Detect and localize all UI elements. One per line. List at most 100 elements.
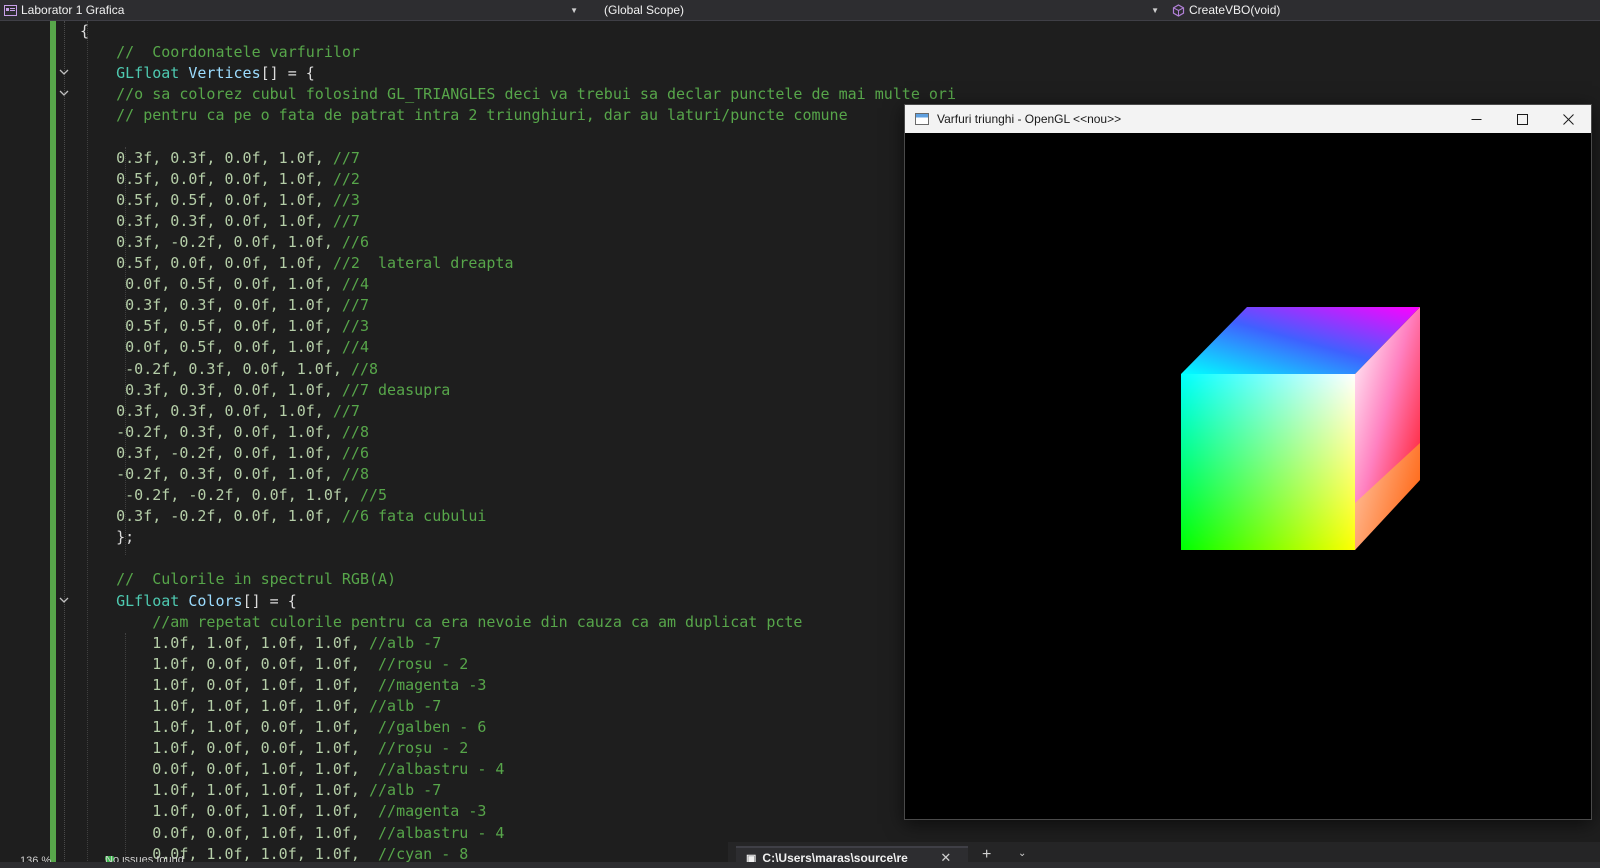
opengl-window[interactable]: Varfuri triunghi - OpenGL <<nou>>: [904, 104, 1592, 820]
code-token: //magenta -3: [378, 675, 487, 694]
code-token: };: [80, 528, 135, 547]
code-token: Vertices: [188, 64, 261, 83]
code-token: //2 lateral dreapta: [332, 254, 514, 273]
code-line[interactable]: 0.0f, 0.0f, 1.0f, 1.0f, //albastru - 4: [80, 759, 956, 780]
code-token: [] = {: [260, 64, 315, 83]
code-text[interactable]: { // Coordonatele varfurilor GLfloat Ver…: [80, 21, 956, 863]
code-token: //roșu - 2: [378, 654, 469, 673]
code-token: //o sa colorez cubul folosind GL_TRIANGL…: [80, 85, 956, 104]
code-token: 0.5f, 0.0f, 0.0f, 1.0f,: [80, 254, 333, 273]
close-button[interactable]: [1545, 105, 1591, 133]
code-token: //alb -7: [368, 633, 442, 652]
code-token: // Coordonatele varfurilor: [80, 43, 360, 62]
code-line[interactable]: // Culorile in spectrul RGB(A): [80, 569, 956, 590]
code-line[interactable]: 1.0f, 0.0f, 1.0f, 1.0f, //magenta -3: [80, 675, 956, 696]
code-line[interactable]: -0.2f, 0.3f, 0.0f, 1.0f, //8: [80, 464, 956, 485]
fold-chevron-icon[interactable]: [57, 87, 71, 101]
code-line[interactable]: 0.5f, 0.0f, 0.0f, 1.0f, //2 lateral drea…: [80, 253, 956, 274]
code-line[interactable]: 0.3f, -0.2f, 0.0f, 1.0f, //6: [80, 443, 956, 464]
code-line[interactable]: };: [80, 527, 956, 548]
code-token: 0.3f, 0.3f, 0.0f, 1.0f,: [80, 401, 333, 420]
code-token: //4: [341, 275, 369, 294]
member-name: CreateVBO(void): [1189, 3, 1281, 17]
code-token: [] = {: [242, 591, 297, 610]
code-token: //6 fata cubului: [341, 507, 487, 526]
code-token: -0.2f, 0.3f, 0.0f, 1.0f,: [80, 359, 351, 378]
code-line[interactable]: 0.3f, 0.3f, 0.0f, 1.0f, //7: [80, 295, 956, 316]
code-line[interactable]: 0.0f, 0.5f, 0.0f, 1.0f, //4: [80, 274, 956, 295]
project-icon: [4, 4, 17, 17]
code-line[interactable]: 0.3f, -0.2f, 0.0f, 1.0f, //6 fata cubulu…: [80, 506, 956, 527]
code-line[interactable]: 0.5f, 0.5f, 0.0f, 1.0f, //3: [80, 190, 956, 211]
code-line[interactable]: [80, 126, 956, 147]
code-line[interactable]: //o sa colorez cubul folosind GL_TRIANGL…: [80, 84, 956, 105]
code-line[interactable]: -0.2f, 0.3f, 0.0f, 1.0f, //8: [80, 359, 956, 380]
code-token: //alb -7: [368, 697, 442, 715]
code-line[interactable]: 0.3f, 0.3f, 0.0f, 1.0f, //7 deasupra: [80, 380, 956, 401]
code-token: //7 deasupra: [341, 380, 451, 399]
code-line[interactable]: // Coordonatele varfurilor: [80, 42, 956, 63]
code-token: -0.2f, 0.3f, 0.0f, 1.0f,: [80, 464, 342, 483]
code-line[interactable]: 1.0f, 1.0f, 1.0f, 1.0f, //alb -7: [80, 633, 956, 654]
window-title: Varfuri triunghi - OpenGL <<nou>>: [937, 112, 1122, 126]
code-line[interactable]: 1.0f, 1.0f, 0.0f, 1.0f, //galben - 6: [80, 717, 956, 738]
code-line[interactable]: GLfloat Vertices[] = {: [80, 63, 956, 84]
code-token: {: [80, 22, 90, 40]
member-dropdown[interactable]: CreateVBO(void): [1168, 0, 1600, 20]
opengl-canvas[interactable]: [905, 133, 1591, 819]
indicator-margin: [0, 21, 14, 863]
code-line[interactable]: 0.3f, 0.3f, 0.0f, 1.0f, //7: [80, 148, 956, 169]
navigation-bar: Laborator 1 Grafica ▼ (Global Scope) ▼ C…: [0, 0, 1600, 21]
fold-chevron-icon[interactable]: [57, 594, 71, 608]
code-line[interactable]: 1.0f, 0.0f, 1.0f, 1.0f, //magenta -3: [80, 801, 956, 822]
code-line[interactable]: //am repetat culorile pentru ca era nevo…: [80, 612, 956, 633]
code-token: 1.0f, 1.0f, 1.0f, 1.0f,: [80, 781, 369, 800]
code-line[interactable]: 0.5f, 0.5f, 0.0f, 1.0f, //3: [80, 316, 956, 337]
code-token: 0.5f, 0.5f, 0.0f, 1.0f,: [80, 190, 333, 209]
code-token: 0.3f, 0.3f, 0.0f, 1.0f,: [80, 148, 333, 167]
code-token: //roșu - 2: [378, 739, 469, 758]
code-token: //3: [341, 317, 369, 336]
window-titlebar[interactable]: Varfuri triunghi - OpenGL <<nou>>: [905, 105, 1591, 133]
code-token: 1.0f, 1.0f, 1.0f, 1.0f,: [80, 697, 369, 715]
code-line[interactable]: 0.3f, -0.2f, 0.0f, 1.0f, //6: [80, 232, 956, 253]
code-line[interactable]: -0.2f, -0.2f, 0.0f, 1.0f, //5: [80, 485, 956, 506]
code-line[interactable]: 1.0f, 0.0f, 0.0f, 1.0f, //roșu - 2: [80, 654, 956, 675]
code-token: 0.5f, 0.5f, 0.0f, 1.0f,: [80, 317, 342, 336]
code-line[interactable]: 0.0f, 0.0f, 1.0f, 1.0f, //albastru - 4: [80, 823, 956, 844]
code-line[interactable]: 0.3f, 0.3f, 0.0f, 1.0f, //7: [80, 401, 956, 422]
code-line[interactable]: [80, 548, 956, 569]
code-line[interactable]: -0.2f, 0.3f, 0.0f, 1.0f, //8: [80, 422, 956, 443]
project-dropdown[interactable]: Laborator 1 Grafica ▼: [0, 0, 584, 20]
project-name: Laborator 1 Grafica: [21, 3, 125, 17]
chevron-down-icon: ▼: [1151, 5, 1159, 15]
code-token: //3: [332, 190, 360, 209]
code-line[interactable]: {: [80, 21, 956, 42]
code-line[interactable]: 1.0f, 1.0f, 1.0f, 1.0f, //alb -7: [80, 696, 956, 717]
code-token: //8: [341, 422, 369, 441]
code-token: //alb -7: [368, 781, 442, 800]
fold-chevron-icon[interactable]: [57, 66, 71, 80]
code-token: //7: [332, 401, 360, 420]
code-line[interactable]: 1.0f, 1.0f, 1.0f, 1.0f, //alb -7: [80, 780, 956, 801]
change-tracking-bar: [50, 21, 56, 863]
code-token: -0.2f, -0.2f, 0.0f, 1.0f,: [80, 486, 360, 505]
code-line[interactable]: GLfloat Colors[] = {: [80, 591, 956, 612]
code-line[interactable]: // pentru ca pe o fata de patrat intra 2…: [80, 105, 956, 126]
code-token: //6: [341, 232, 369, 251]
cube-front-face-blend: [1181, 374, 1355, 550]
code-token: //6: [341, 443, 369, 462]
code-token: 0.0f, 0.0f, 1.0f, 1.0f,: [80, 760, 379, 779]
scope-dropdown[interactable]: (Global Scope) ▼: [600, 0, 1165, 20]
code-line[interactable]: 0.3f, 0.3f, 0.0f, 1.0f, //7: [80, 211, 956, 232]
code-token: //galben - 6: [378, 718, 487, 737]
maximize-button[interactable]: [1499, 105, 1545, 133]
code-token: //7: [341, 296, 369, 315]
code-token: GLfloat: [80, 64, 189, 83]
minimize-button[interactable]: [1453, 105, 1499, 133]
code-line[interactable]: 0.5f, 0.0f, 0.0f, 1.0f, //2: [80, 169, 956, 190]
code-line[interactable]: 0.0f, 0.5f, 0.0f, 1.0f, //4: [80, 337, 956, 358]
code-token: //magenta -3: [378, 802, 487, 821]
code-line[interactable]: 1.0f, 0.0f, 0.0f, 1.0f, //roșu - 2: [80, 738, 956, 759]
chevron-down-icon[interactable]: ⌄: [1018, 848, 1026, 859]
